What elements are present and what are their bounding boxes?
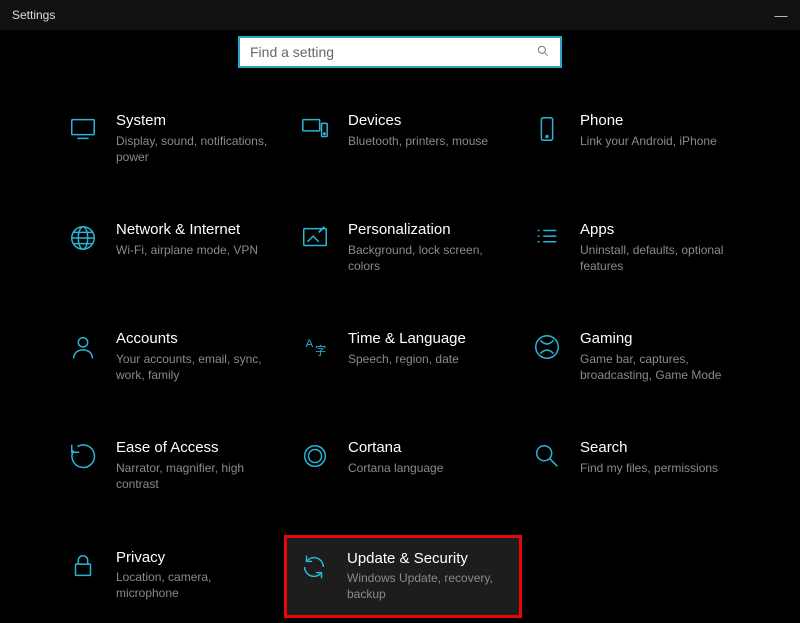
category-title: Personalization — [348, 221, 508, 240]
category-desc: Speech, region, date — [348, 351, 466, 367]
brush-icon — [298, 221, 332, 255]
category-title: Phone — [580, 112, 717, 131]
minimize-button[interactable]: — — [774, 8, 788, 23]
category-desc: Background, lock screen, colors — [348, 242, 508, 274]
svg-text:A: A — [306, 338, 314, 350]
highlight-box: Update & Security Windows Update, recove… — [292, 545, 514, 608]
window-title: Settings — [12, 8, 55, 22]
category-privacy[interactable]: Privacy Location, camera, microphone — [60, 545, 282, 608]
category-devices[interactable]: Devices Bluetooth, printers, mouse — [292, 108, 514, 169]
person-icon — [66, 330, 100, 364]
category-title: Gaming — [580, 330, 740, 349]
xbox-icon — [530, 330, 564, 364]
category-network[interactable]: Network & Internet Wi-Fi, airplane mode,… — [60, 217, 282, 278]
category-desc: Cortana language — [348, 460, 443, 476]
search-icon — [536, 44, 550, 61]
category-title: Apps — [580, 221, 740, 240]
category-gaming[interactable]: Gaming Game bar, captures, broadcasting,… — [524, 326, 746, 387]
category-title: System — [116, 112, 276, 131]
category-desc: Wi-Fi, airplane mode, VPN — [116, 242, 258, 258]
category-personalization[interactable]: Personalization Background, lock screen,… — [292, 217, 514, 278]
ease-icon — [66, 439, 100, 473]
category-title: Ease of Access — [116, 439, 276, 458]
category-title: Time & Language — [348, 330, 466, 349]
category-system[interactable]: System Display, sound, notifications, po… — [60, 108, 282, 169]
globe-icon — [66, 221, 100, 255]
category-title: Network & Internet — [116, 221, 258, 240]
category-desc: Link your Android, iPhone — [580, 133, 717, 149]
cortana-icon — [298, 439, 332, 473]
lock-icon — [66, 549, 100, 583]
window-controls: — — [774, 8, 788, 23]
category-desc: Narrator, magnifier, high contrast — [116, 460, 276, 492]
category-title: Accounts — [116, 330, 276, 349]
category-desc: Game bar, captures, broadcasting, Game M… — [580, 351, 740, 383]
settings-grid: System Display, sound, notifications, po… — [0, 108, 800, 608]
category-desc: Uninstall, defaults, optional features — [580, 242, 740, 274]
category-cortana[interactable]: Cortana Cortana language — [292, 435, 514, 496]
system-icon — [66, 112, 100, 146]
devices-icon — [298, 112, 332, 146]
category-title: Privacy — [116, 549, 276, 568]
update-icon — [297, 550, 331, 584]
category-desc: Location, camera, microphone — [116, 569, 276, 601]
category-search[interactable]: Search Find my files, permissions — [524, 435, 746, 496]
language-icon: A字 — [298, 330, 332, 364]
category-desc: Windows Update, recovery, backup — [347, 570, 509, 602]
titlebar: Settings — — [0, 0, 800, 30]
category-desc: Your accounts, email, sync, work, family — [116, 351, 276, 383]
category-title: Search — [580, 439, 718, 458]
search-input[interactable] — [250, 44, 536, 60]
category-update-security[interactable]: Update & Security Windows Update, recove… — [284, 535, 522, 618]
category-title: Cortana — [348, 439, 443, 458]
svg-text:字: 字 — [315, 344, 326, 358]
apps-icon — [530, 221, 564, 255]
category-accounts[interactable]: Accounts Your accounts, email, sync, wor… — [60, 326, 282, 387]
category-title: Update & Security — [347, 550, 509, 569]
category-desc: Bluetooth, printers, mouse — [348, 133, 488, 149]
category-desc: Display, sound, notifications, power — [116, 133, 276, 165]
category-desc: Find my files, permissions — [580, 460, 718, 476]
phone-icon — [530, 112, 564, 146]
category-time[interactable]: A字 Time & Language Speech, region, date — [292, 326, 514, 387]
category-title: Devices — [348, 112, 488, 131]
category-phone[interactable]: Phone Link your Android, iPhone — [524, 108, 746, 169]
category-ease-of-access[interactable]: Ease of Access Narrator, magnifier, high… — [60, 435, 282, 496]
category-apps[interactable]: Apps Uninstall, defaults, optional featu… — [524, 217, 746, 278]
search-box[interactable] — [238, 36, 562, 68]
magnify-icon — [530, 439, 564, 473]
